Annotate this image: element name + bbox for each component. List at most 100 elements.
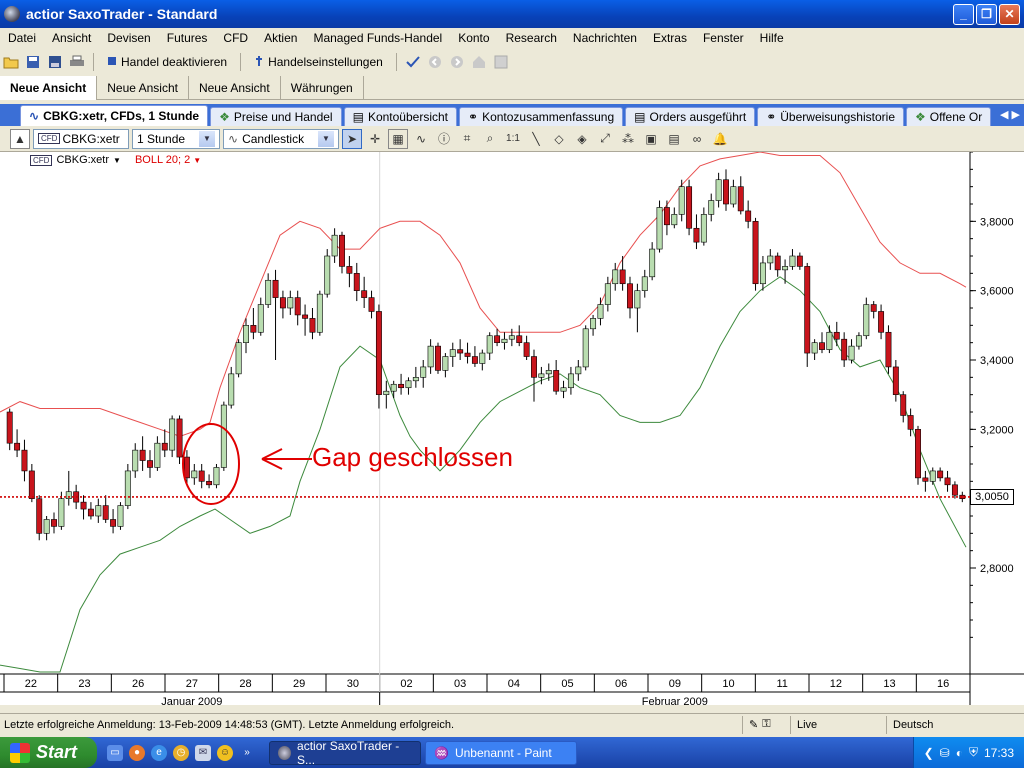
pointer-icon[interactable]: ➤ [342, 128, 362, 149]
doc-tab-open-orders[interactable]: ❖ Offene Or [906, 107, 992, 126]
doc-tab-chart[interactable]: ∿ CBKG:xetr, CFDs, 1 Stunde [20, 105, 209, 126]
x-tick-label: 26 [132, 678, 144, 690]
template-icon[interactable]: ▣ [641, 129, 661, 149]
refresh-icon[interactable] [492, 53, 510, 71]
candle-body [855, 335, 862, 347]
taskbar: Start ▭ ● e ◷ ✉ ☺ » actior SaxoTrader - … [0, 737, 1024, 768]
menu-cfd[interactable]: CFD [215, 31, 256, 45]
candle-body [693, 227, 700, 243]
language-label: Deutsch [893, 718, 934, 731]
candle-body [206, 481, 213, 486]
info-icon[interactable]: ⓘ [434, 129, 454, 149]
ie-icon[interactable]: e [151, 744, 167, 761]
desktop-icon[interactable]: ▭ [107, 744, 123, 761]
instrument-field[interactable]: CFD CBKG:xetr [33, 128, 129, 149]
chevron-down-icon[interactable]: ▼ [199, 130, 215, 147]
open-folder-icon[interactable] [2, 53, 20, 71]
crosshair-icon[interactable]: ✛ [365, 129, 385, 149]
x-tick-label: 09 [669, 678, 681, 690]
zoom-icon[interactable]: ⌕ [480, 129, 500, 149]
eraser-icon[interactable]: ◇ [549, 129, 569, 149]
menu-datei[interactable]: Datei [0, 31, 44, 45]
line-tool-icon[interactable]: ╲ [526, 129, 546, 149]
minimize-button[interactable]: _ [953, 3, 974, 25]
window-title: actior SaxoTrader - Standard [26, 6, 218, 22]
expand-icon[interactable]: ⤢ [595, 129, 615, 149]
clock-app-icon[interactable]: ◷ [173, 744, 189, 761]
candle-body [80, 501, 87, 510]
checkmark-icon[interactable] [404, 53, 422, 71]
doc-tab-account-overview[interactable]: ▤ Kontoübersicht [343, 107, 457, 126]
tray-arrow-icon[interactable]: ❮ [924, 746, 934, 760]
save-as-icon[interactable] [46, 53, 64, 71]
chevron-down-icon[interactable]: ▼ [113, 156, 121, 165]
start-button[interactable]: Start [0, 737, 97, 768]
messenger-icon[interactable]: ☺ [217, 744, 233, 761]
y-tick-label: 3,6000 [980, 286, 1014, 298]
security-icon[interactable]: ⛨ [969, 745, 978, 760]
menu-aktien[interactable]: Aktien [256, 31, 305, 45]
candle-body [789, 255, 796, 267]
alert-icon[interactable]: 🔔 [710, 129, 730, 149]
collapse-icon[interactable]: ▲ [10, 128, 30, 149]
status-pin-cell[interactable]: ✎ ⚿ [742, 715, 790, 734]
candlestick-chart[interactable]: 22 23 26 27 28 29 30 02 03 04 05 06 09 10 11 12 13 16 Janu… [0, 152, 1024, 705]
menu-fenster[interactable]: Fenster [695, 31, 752, 45]
close-button[interactable]: ✕ [999, 3, 1020, 25]
forward-icon[interactable] [448, 53, 466, 71]
mail-icon[interactable]: ✉ [195, 744, 211, 761]
zoom-fit-icon[interactable]: ⌗ [457, 129, 477, 149]
doc-tab-transfer-history[interactable]: ⚭ Überweisungshistorie [757, 107, 904, 126]
volume-icon[interactable]: ◐ [956, 746, 963, 760]
interval-select[interactable]: 1 Stunde ▼ [132, 128, 220, 149]
view-tab-waehrungen[interactable]: Währungen [281, 76, 364, 100]
network-icon[interactable]: ⛁ [940, 746, 950, 760]
candle-body [449, 349, 456, 357]
candle-body [796, 255, 803, 267]
task-saxotrader[interactable]: actior SaxoTrader - S... [269, 739, 421, 767]
menu-futures[interactable]: Futures [159, 31, 216, 45]
chart-type-select[interactable]: ∿ Candlestick ▼ [223, 128, 339, 149]
firefox-icon[interactable]: ● [129, 744, 145, 761]
indicator-icon[interactable]: ∿ [411, 129, 431, 149]
save-icon[interactable] [24, 53, 42, 71]
menu-nachrichten[interactable]: Nachrichten [565, 31, 645, 45]
task-paint[interactable]: ♒ Unbenannt - Paint [425, 740, 577, 765]
eraser-all-icon[interactable]: ◈ [572, 129, 592, 149]
more-icon[interactable]: » [239, 745, 255, 761]
menu-ansicht[interactable]: Ansicht [44, 31, 99, 45]
grid-icon[interactable]: ▦ [388, 128, 408, 149]
chart-area[interactable]: 22 23 26 27 28 29 30 02 03 04 05 06 09 10 11 12 13 16 Janu… [0, 152, 1024, 705]
maximize-button[interactable]: ❐ [976, 3, 997, 25]
doc-tab-prices[interactable]: ❖ Preise und Handel [210, 107, 342, 126]
menu-konto[interactable]: Konto [450, 31, 497, 45]
deactivate-trading-button[interactable]: Handel deaktivieren [101, 55, 233, 69]
app-icon [4, 6, 20, 22]
menu-research[interactable]: Research [498, 31, 565, 45]
menu-extras[interactable]: Extras [645, 31, 695, 45]
view-tab-neue-ansicht-3[interactable]: Neue Ansicht [189, 76, 281, 100]
menu-devisen[interactable]: Devisen [99, 31, 158, 45]
tab-scroll-arrows[interactable]: ◀ ▶ [1000, 108, 1020, 121]
home-icon[interactable] [470, 53, 488, 71]
back-icon[interactable] [426, 53, 444, 71]
chevron-down-icon[interactable]: ▼ [318, 130, 334, 147]
view-tab-neue-ansicht-1[interactable]: Neue Ansicht [0, 76, 98, 100]
doc-tab-account-summary[interactable]: ⚭ Kontozusammenfassung [459, 107, 624, 126]
menu-hilfe[interactable]: Hilfe [752, 31, 792, 45]
trade-settings-button[interactable]: Handelseinstellungen [248, 55, 389, 70]
legend-instrument[interactable]: CFD CBKG:xetr ▼ [30, 154, 121, 166]
compare-icon[interactable]: ⁂ [618, 129, 638, 149]
chevron-down-icon[interactable]: ▼ [193, 156, 201, 165]
link-icon[interactable]: ∞ [687, 129, 707, 149]
print-icon[interactable] [68, 53, 86, 71]
menu-managed-funds[interactable]: Managed Funds-Handel [305, 31, 450, 45]
candle-body [678, 186, 685, 215]
zoom-reset-icon[interactable]: 1:1 [503, 129, 523, 149]
doc-tab-orders-executed[interactable]: ▤ Orders ausgeführt [625, 107, 756, 126]
connection-status: Live [790, 715, 886, 734]
legend-indicator[interactable]: BOLL 20; 2 ▼ [135, 154, 201, 166]
candle-body [58, 498, 65, 527]
layout-icon[interactable]: ▤ [664, 129, 684, 149]
view-tab-neue-ansicht-2[interactable]: Neue Ansicht [97, 76, 189, 100]
